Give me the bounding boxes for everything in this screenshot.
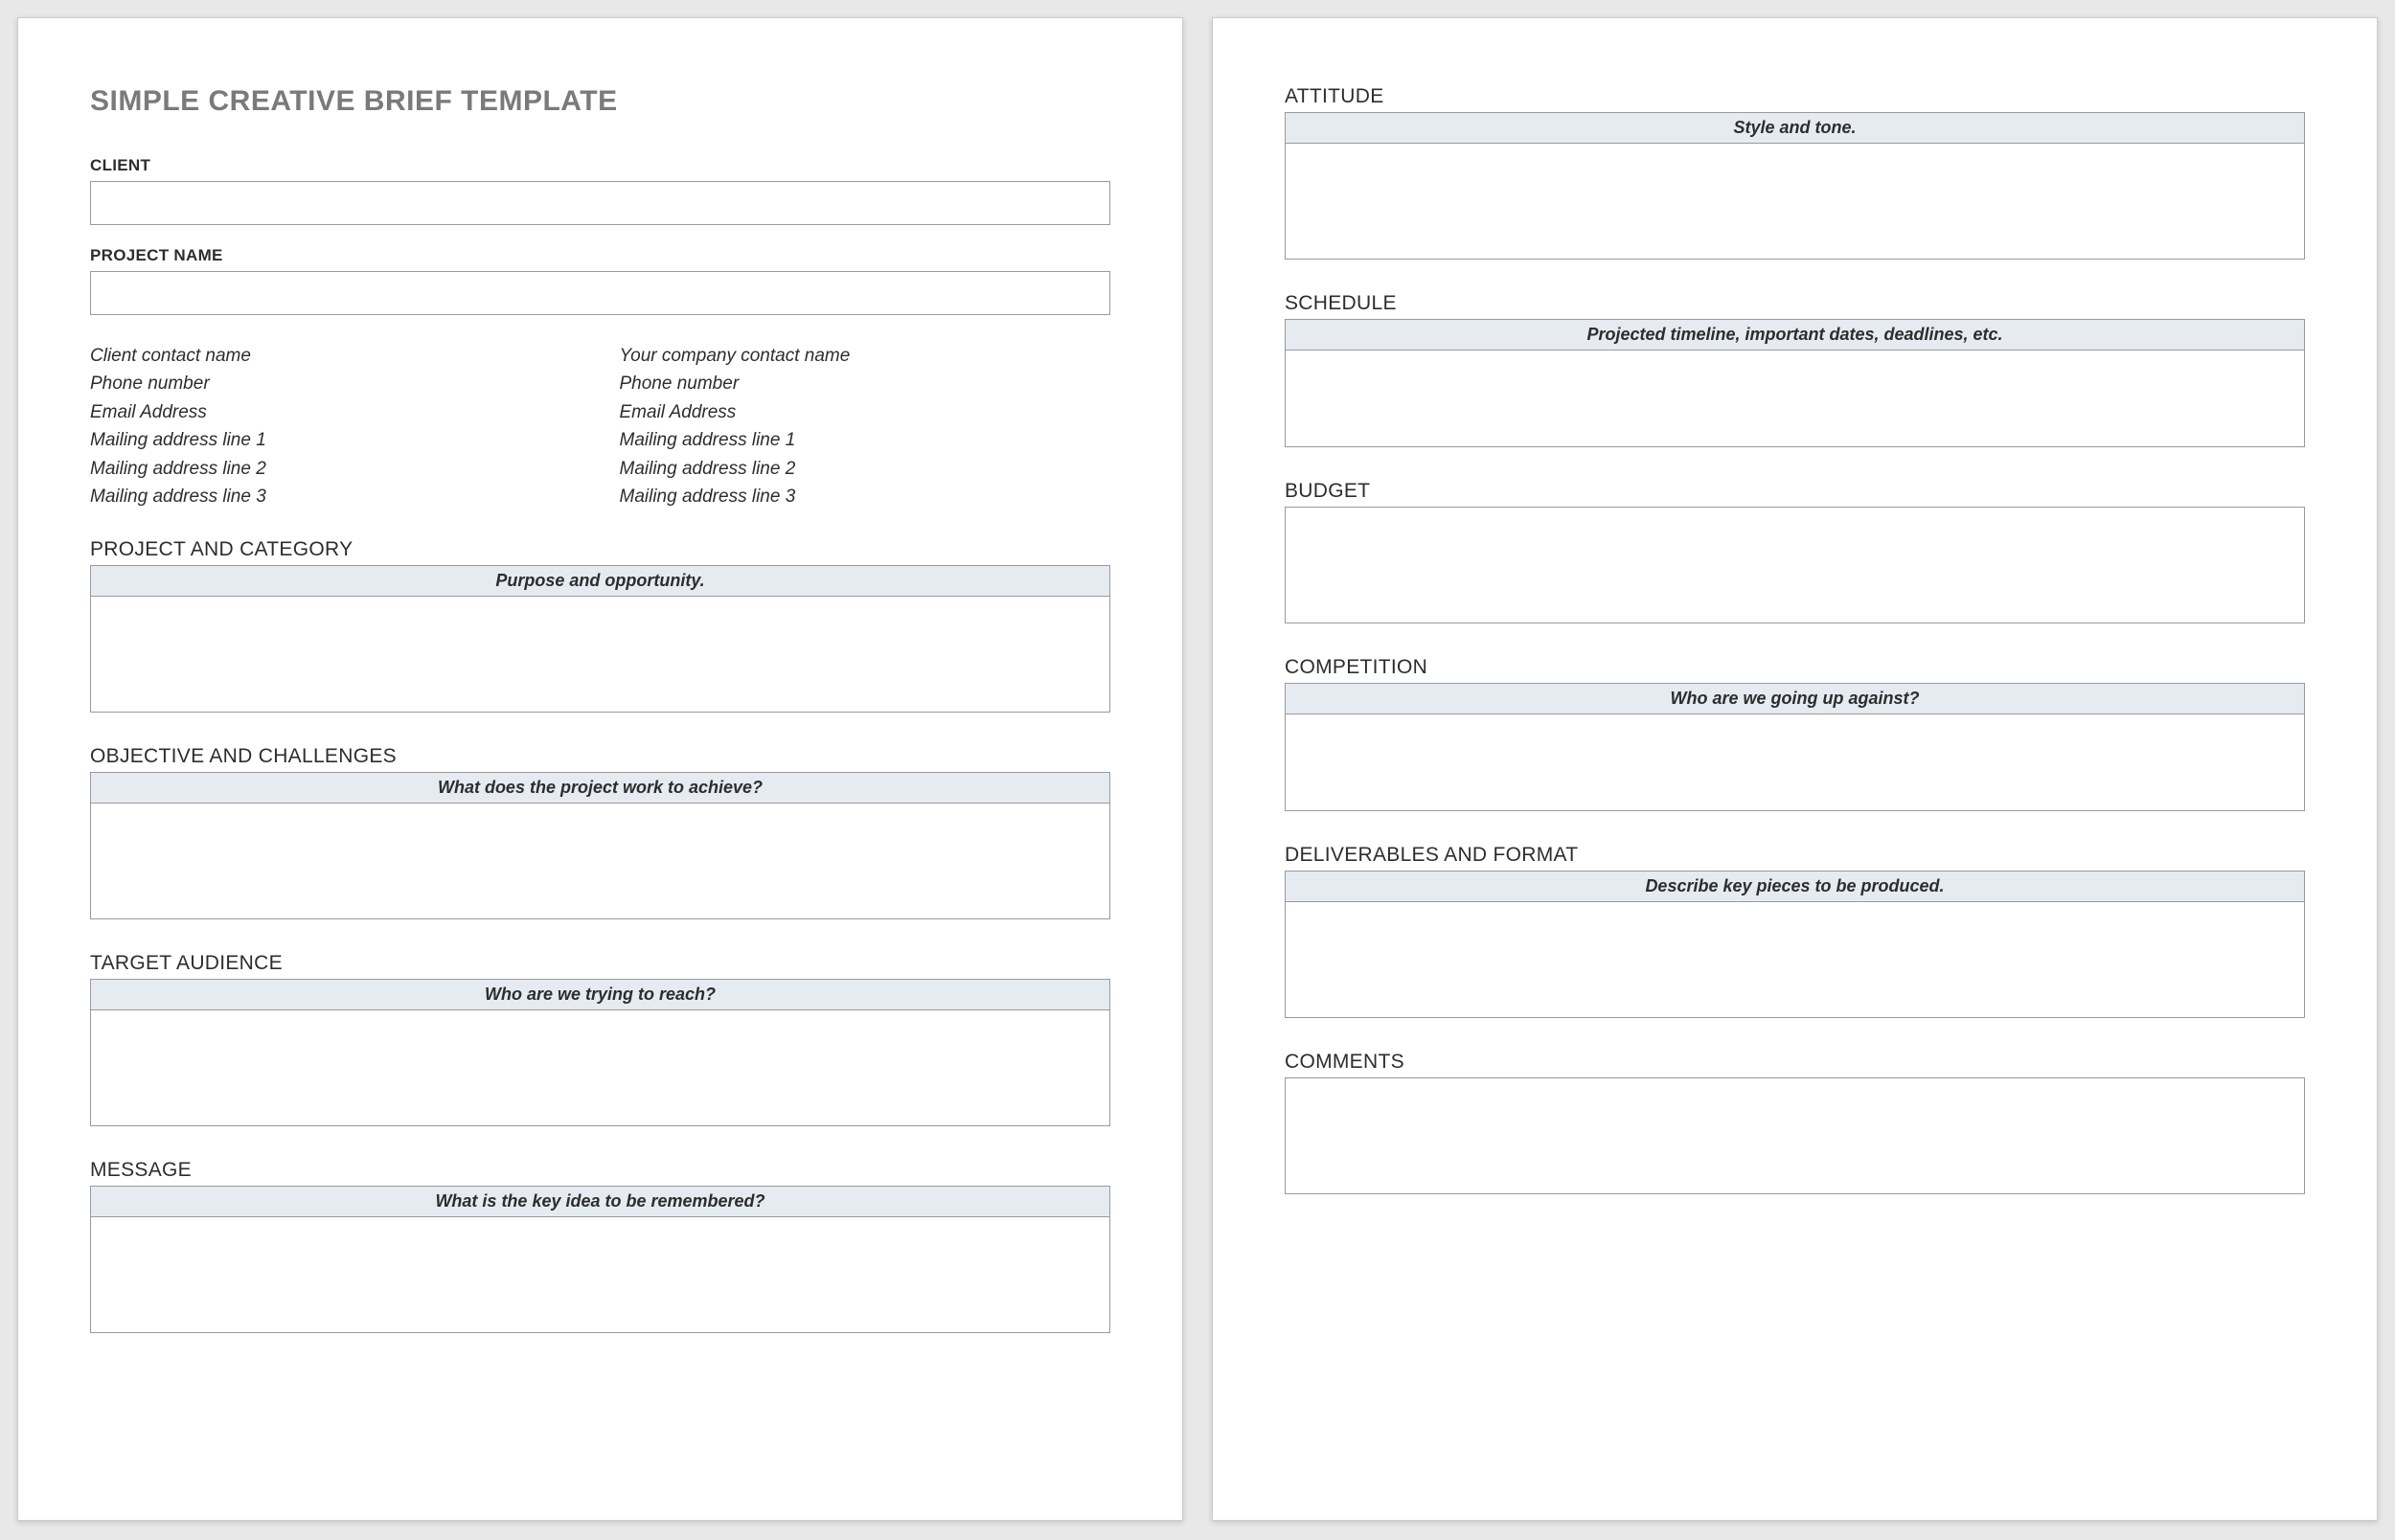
deliverables-label: DELIVERABLES AND FORMAT bbox=[1285, 844, 2305, 867]
objective-prompt: What does the project work to achieve? bbox=[91, 773, 1109, 804]
page-1: SIMPLE CREATIVE BRIEF TEMPLATE CLIENT PR… bbox=[17, 17, 1183, 1521]
audience-box: Who are we trying to reach? bbox=[90, 979, 1110, 1126]
contact-line: Mailing address line 2 bbox=[90, 455, 582, 483]
schedule-input[interactable] bbox=[1286, 351, 2304, 446]
client-label: CLIENT bbox=[90, 156, 1110, 175]
comments-input[interactable] bbox=[1286, 1078, 2304, 1193]
audience-label: TARGET AUDIENCE bbox=[90, 952, 1110, 975]
message-input[interactable] bbox=[91, 1217, 1109, 1332]
message-prompt: What is the key idea to be remembered? bbox=[91, 1187, 1109, 1217]
message-box: What is the key idea to be remembered? bbox=[90, 1186, 1110, 1333]
deliverables-box: Describe key pieces to be produced. bbox=[1285, 871, 2305, 1018]
objective-box: What does the project work to achieve? bbox=[90, 772, 1110, 919]
attitude-prompt: Style and tone. bbox=[1286, 113, 2304, 144]
project-category-box: Purpose and opportunity. bbox=[90, 565, 1110, 713]
budget-input[interactable] bbox=[1286, 508, 2304, 623]
contact-line: Mailing address line 3 bbox=[620, 483, 1111, 510]
competition-box: Who are we going up against? bbox=[1285, 683, 2305, 811]
contacts-row: Client contact name Phone number Email A… bbox=[90, 342, 1110, 511]
objective-label: OBJECTIVE AND CHALLENGES bbox=[90, 745, 1110, 768]
contact-line: Phone number bbox=[90, 370, 582, 397]
project-name-input[interactable] bbox=[90, 271, 1110, 315]
contact-line: Mailing address line 2 bbox=[620, 455, 1111, 483]
attitude-label: ATTITUDE bbox=[1285, 85, 2305, 108]
document-title: SIMPLE CREATIVE BRIEF TEMPLATE bbox=[90, 85, 1110, 118]
contact-line: Email Address bbox=[90, 398, 582, 426]
schedule-prompt: Projected timeline, important dates, dea… bbox=[1286, 320, 2304, 351]
comments-label: COMMENTS bbox=[1285, 1051, 2305, 1074]
contact-line: Client contact name bbox=[90, 342, 582, 370]
deliverables-input[interactable] bbox=[1286, 902, 2304, 1017]
attitude-input[interactable] bbox=[1286, 144, 2304, 259]
comments-box bbox=[1285, 1077, 2305, 1194]
page-2: ATTITUDE Style and tone. SCHEDULE Projec… bbox=[1212, 17, 2378, 1521]
contact-line: Mailing address line 3 bbox=[90, 483, 582, 510]
message-label: MESSAGE bbox=[90, 1159, 1110, 1182]
budget-label: BUDGET bbox=[1285, 480, 2305, 503]
competition-input[interactable] bbox=[1286, 714, 2304, 810]
contact-line: Your company contact name bbox=[620, 342, 1111, 370]
project-category-label: PROJECT AND CATEGORY bbox=[90, 538, 1110, 561]
contact-line: Mailing address line 1 bbox=[90, 426, 582, 454]
project-category-input[interactable] bbox=[91, 597, 1109, 712]
contact-line: Email Address bbox=[620, 398, 1111, 426]
competition-label: COMPETITION bbox=[1285, 656, 2305, 679]
audience-input[interactable] bbox=[91, 1010, 1109, 1125]
schedule-label: SCHEDULE bbox=[1285, 292, 2305, 315]
contact-line: Mailing address line 1 bbox=[620, 426, 1111, 454]
objective-input[interactable] bbox=[91, 804, 1109, 918]
company-contact-column: Your company contact name Phone number E… bbox=[620, 342, 1111, 511]
schedule-box: Projected timeline, important dates, dea… bbox=[1285, 319, 2305, 447]
attitude-box: Style and tone. bbox=[1285, 112, 2305, 260]
audience-prompt: Who are we trying to reach? bbox=[91, 980, 1109, 1010]
contact-line: Phone number bbox=[620, 370, 1111, 397]
client-contact-column: Client contact name Phone number Email A… bbox=[90, 342, 582, 511]
client-input[interactable] bbox=[90, 181, 1110, 225]
budget-box bbox=[1285, 507, 2305, 623]
project-name-label: PROJECT NAME bbox=[90, 246, 1110, 265]
competition-prompt: Who are we going up against? bbox=[1286, 684, 2304, 714]
deliverables-prompt: Describe key pieces to be produced. bbox=[1286, 872, 2304, 902]
project-category-prompt: Purpose and opportunity. bbox=[91, 566, 1109, 597]
